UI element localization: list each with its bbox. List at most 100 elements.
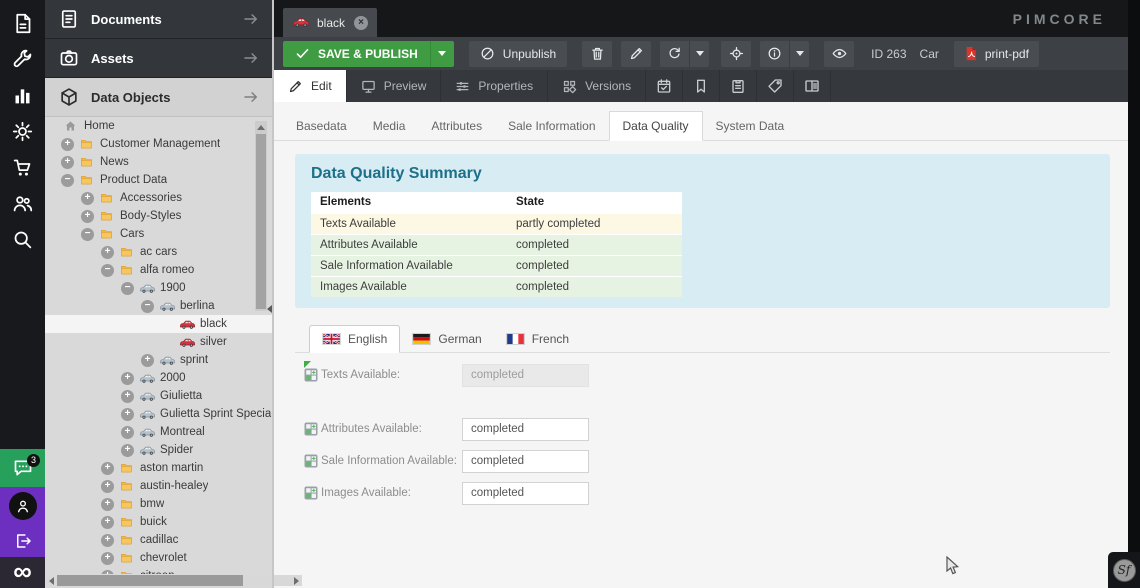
expand-node-icon[interactable]: +	[61, 138, 74, 151]
notifications-button[interactable]: 3	[0, 449, 45, 487]
tree-item-chevrolet[interactable]: +chevrolet	[45, 549, 272, 567]
open-object-tab-black[interactable]: black ×	[283, 8, 377, 37]
tree-item-bmw[interactable]: +bmw	[45, 495, 272, 513]
tab-edit[interactable]: Edit	[274, 70, 347, 102]
tab-preview[interactable]: Preview	[347, 70, 442, 102]
sidebar-panel-assets[interactable]: Assets	[45, 39, 272, 78]
info-button[interactable]	[760, 41, 809, 67]
layout-tab-attributes[interactable]: Attributes	[418, 112, 495, 140]
tree-item-body-styles[interactable]: +Body-Styles	[45, 207, 272, 225]
logout-button[interactable]	[0, 525, 45, 557]
save-publish-button[interactable]: SAVE & PUBLISH	[283, 41, 454, 67]
ecommerce-rail-button[interactable]	[0, 149, 45, 185]
sidebar-panel-documents[interactable]: Documents	[45, 0, 272, 39]
images-available-input[interactable]	[462, 482, 589, 505]
collapse-node-icon[interactable]: −	[121, 282, 134, 295]
expand-node-icon[interactable]: +	[101, 552, 114, 565]
tab-bookmark[interactable]	[683, 70, 720, 102]
rename-button[interactable]	[621, 41, 651, 67]
expand-node-icon[interactable]: +	[61, 156, 74, 169]
scrollbar-thumb[interactable]	[57, 575, 243, 586]
unpublish-button[interactable]: Unpublish	[469, 41, 567, 67]
tree-vertical-scrollbar[interactable]	[255, 121, 267, 311]
sale-information-available-input[interactable]	[462, 450, 589, 473]
tab-tags[interactable]	[757, 70, 794, 102]
locate-in-tree-button[interactable]	[721, 41, 751, 67]
layout-tab-basedata[interactable]: Basedata	[283, 112, 360, 140]
tree-horizontal-scrollbar[interactable]	[46, 575, 302, 586]
tab-app-view[interactable]	[794, 70, 831, 102]
tree-item-alfa-romeo[interactable]: −alfa romeo	[45, 261, 272, 279]
tree-item-customer-management[interactable]: +Customer Management	[45, 135, 272, 153]
texts-available-input[interactable]	[462, 364, 589, 387]
reload-button[interactable]	[660, 41, 709, 67]
collapse-node-icon[interactable]: −	[141, 300, 154, 313]
language-tab-english[interactable]: English	[309, 325, 400, 353]
delete-button[interactable]	[582, 41, 612, 67]
tree-item-spider[interactable]: +Spider	[45, 441, 272, 459]
search-rail-button[interactable]	[0, 221, 45, 257]
expand-node-icon[interactable]: +	[81, 210, 94, 223]
save-options-dropdown[interactable]	[430, 41, 454, 67]
tree-item-black[interactable]: black	[45, 315, 272, 333]
expand-node-icon[interactable]: +	[141, 354, 154, 367]
expand-node-icon[interactable]: +	[121, 372, 134, 385]
tab-properties[interactable]: Properties	[441, 70, 548, 102]
tab-notes-events[interactable]	[720, 70, 757, 102]
collapse-node-icon[interactable]: −	[61, 174, 74, 187]
tree-item-gulietta-sprint-specia[interactable]: +Gulietta Sprint Specia	[45, 405, 272, 423]
tree-item-ac-cars[interactable]: +ac cars	[45, 243, 272, 261]
tree-item-2000[interactable]: +2000	[45, 369, 272, 387]
layout-tab-system-data[interactable]: System Data	[703, 112, 798, 140]
sidebar-panel-data-objects[interactable]: Data Objects	[45, 78, 272, 117]
customers-rail-button[interactable]	[0, 185, 45, 221]
tab-schedule[interactable]	[646, 70, 683, 102]
sidebar-splitter[interactable]	[272, 0, 274, 588]
tree-item-citroen[interactable]: +citroen	[45, 567, 272, 574]
tree-item-cadillac[interactable]: +cadillac	[45, 531, 272, 549]
tree-item-sprint[interactable]: +sprint	[45, 351, 272, 369]
expand-node-icon[interactable]: +	[81, 192, 94, 205]
tree-item-cars[interactable]: −Cars	[45, 225, 272, 243]
expand-node-icon[interactable]: +	[101, 498, 114, 511]
collapse-node-icon[interactable]: −	[101, 264, 114, 277]
layout-tab-data-quality[interactable]: Data Quality	[609, 111, 703, 141]
expand-node-icon[interactable]: +	[101, 516, 114, 529]
documents-rail-button[interactable]	[0, 5, 45, 41]
expand-node-icon[interactable]: +	[121, 390, 134, 403]
pimcore-logo-button[interactable]: ∞	[0, 557, 45, 588]
collapse-node-icon[interactable]: −	[81, 228, 94, 241]
expand-node-icon[interactable]: +	[101, 480, 114, 493]
expand-node-icon[interactable]: +	[121, 408, 134, 421]
expand-node-icon[interactable]: +	[101, 534, 114, 547]
tree-item-product-data[interactable]: −Product Data	[45, 171, 272, 189]
settings-rail-button[interactable]	[0, 113, 45, 149]
layout-tab-media[interactable]: Media	[360, 112, 419, 140]
tab-versions[interactable]: Versions	[548, 70, 646, 102]
tree-item-aston-martin[interactable]: +aston martin	[45, 459, 272, 477]
tree-item-berlina[interactable]: −berlina	[45, 297, 272, 315]
expand-node-icon[interactable]: +	[121, 426, 134, 439]
tree-item-1900[interactable]: −1900	[45, 279, 272, 297]
expand-node-icon[interactable]: +	[121, 444, 134, 457]
language-tab-french[interactable]: French	[494, 326, 581, 352]
tree-item-montreal[interactable]: +Montreal	[45, 423, 272, 441]
tree-item-silver[interactable]: silver	[45, 333, 272, 351]
tree-item-austin-healey[interactable]: +austin-healey	[45, 477, 272, 495]
close-tab-icon[interactable]: ×	[354, 16, 368, 30]
scrollbar-thumb[interactable]	[256, 134, 266, 309]
attributes-available-input[interactable]	[462, 418, 589, 441]
user-menu-button[interactable]	[0, 487, 45, 525]
tree-item-buick[interactable]: +buick	[45, 513, 272, 531]
layout-tab-sale-information[interactable]: Sale Information	[495, 112, 608, 140]
tree-item-home[interactable]: Home	[45, 117, 272, 135]
language-tab-german[interactable]: German	[400, 326, 493, 352]
sidebar-collapse-handle[interactable]	[266, 298, 272, 320]
tree-item-giulietta[interactable]: +Giulietta	[45, 387, 272, 405]
expand-node-icon[interactable]: +	[101, 462, 114, 475]
reports-rail-button[interactable]	[0, 77, 45, 113]
print-pdf-button[interactable]: print-pdf	[954, 41, 1039, 67]
reload-dropdown[interactable]	[689, 41, 709, 67]
symfony-debug-badge[interactable]: Sf	[1108, 552, 1140, 588]
tree-item-accessories[interactable]: +Accessories	[45, 189, 272, 207]
